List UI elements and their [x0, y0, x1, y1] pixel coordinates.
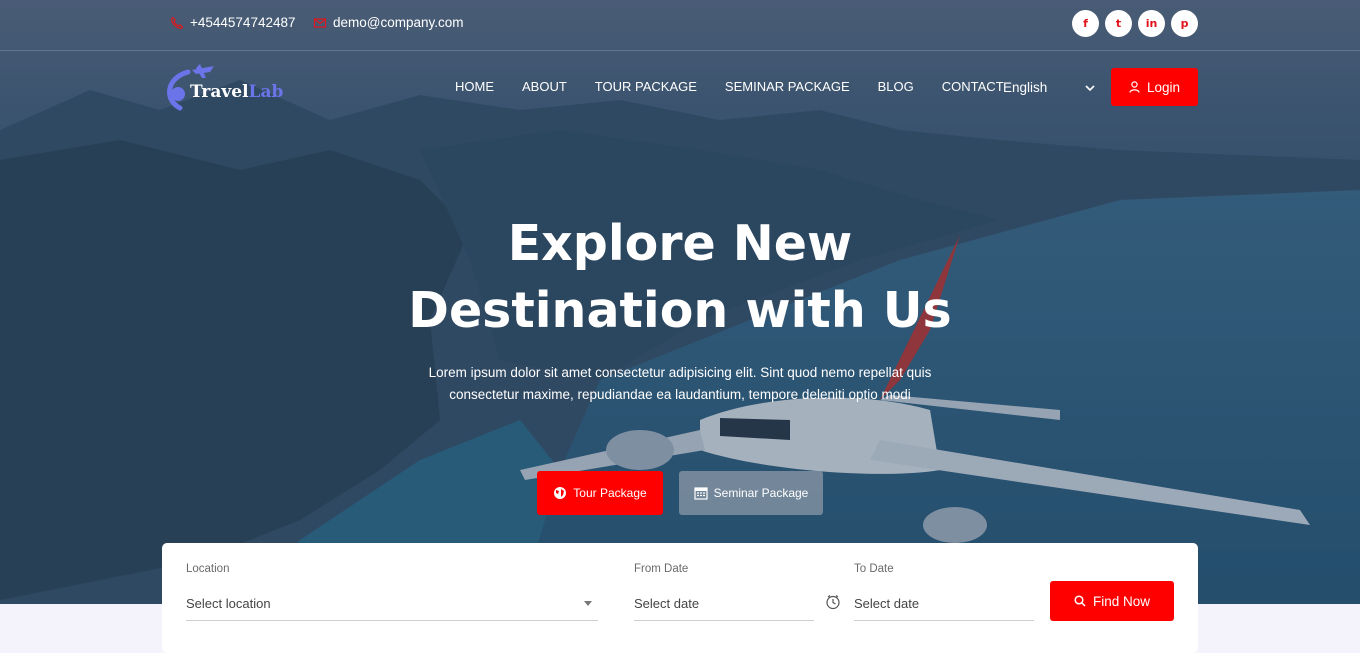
seminar-package-label: Seminar Package: [713, 486, 809, 500]
search-card: Location Select location From Date Selec…: [162, 543, 1198, 653]
hero-subtitle: Lorem ipsum dolor sit amet consectetur a…: [0, 362, 1360, 406]
brand-logo[interactable]: TravelLab: [162, 64, 292, 112]
nav-tour-package[interactable]: TOUR PACKAGE: [595, 79, 697, 94]
nav-seminar-package[interactable]: SEMINAR PACKAGE: [725, 79, 850, 94]
from-date-label: From Date: [634, 563, 689, 575]
language-select[interactable]: English: [1003, 80, 1095, 95]
nav-home[interactable]: HOME: [455, 79, 494, 94]
hero-title-line2: Destination with Us: [408, 282, 952, 339]
nav-blog[interactable]: BLOG: [878, 79, 914, 94]
caret-down-icon: [584, 600, 592, 606]
login-button[interactable]: Login: [1111, 68, 1198, 106]
pinterest-icon[interactable]: p: [1171, 10, 1198, 37]
email-contact[interactable]: demo@company.com: [313, 15, 464, 30]
tour-package-label: Tour Package: [573, 486, 647, 500]
to-date-input[interactable]: Select date: [854, 587, 1034, 621]
from-date-placeholder: Select date: [634, 596, 700, 611]
brand-name: TravelLab: [190, 82, 283, 102]
user-icon: [1129, 81, 1140, 93]
hero-subtitle-line2: consectetur maxime, repudiandae ea lauda…: [449, 387, 911, 402]
seminar-package-button[interactable]: Seminar Package: [679, 471, 823, 515]
to-date-label: To Date: [854, 563, 894, 575]
main-nav: HOME ABOUT TOUR PACKAGE SEMINAR PACKAGE …: [455, 79, 1032, 94]
nav-about[interactable]: ABOUT: [522, 79, 567, 94]
find-now-label: Find Now: [1092, 593, 1151, 609]
nav-contact[interactable]: CONTACT: [942, 79, 1004, 94]
social-links: f t in p: [1072, 10, 1198, 37]
language-value: English: [1003, 80, 1048, 95]
hero-subtitle-line1: Lorem ipsum dolor sit amet consectetur a…: [428, 365, 932, 380]
phone-contact[interactable]: +4544574742487: [170, 15, 296, 30]
calendar-icon: [694, 487, 708, 500]
brand-name-part1: Travel: [190, 82, 249, 102]
tour-package-button[interactable]: Tour Package: [537, 471, 663, 515]
to-date-placeholder: Select date: [854, 596, 920, 611]
mail-icon: [313, 17, 327, 28]
search-icon: [1074, 595, 1086, 607]
hero-title: Explore New Destination with Us: [0, 210, 1360, 344]
brand-name-part2: Lab: [248, 82, 284, 102]
location-select[interactable]: Select location: [186, 587, 598, 621]
find-now-button[interactable]: Find Now: [1050, 581, 1174, 621]
globe-icon: [554, 487, 567, 499]
facebook-icon[interactable]: f: [1072, 10, 1099, 37]
chevron-down-icon: [1085, 85, 1095, 92]
phone-icon: [170, 16, 184, 29]
twitter-icon[interactable]: t: [1105, 10, 1132, 37]
linkedin-icon[interactable]: in: [1138, 10, 1165, 37]
email-address: demo@company.com: [333, 15, 464, 30]
login-label: Login: [1146, 79, 1181, 95]
location-label: Location: [186, 563, 230, 575]
from-date-input[interactable]: Select date: [634, 587, 814, 621]
top-bar: +4544574742487 demo@company.com f t in p: [0, 0, 1360, 51]
phone-number: +4544574742487: [190, 15, 296, 30]
hero-section: +4544574742487 demo@company.com f t in p…: [0, 0, 1360, 604]
clock-icon[interactable]: [825, 594, 841, 610]
location-value: Select location: [186, 596, 271, 611]
hero-title-line1: Explore New: [507, 215, 853, 272]
